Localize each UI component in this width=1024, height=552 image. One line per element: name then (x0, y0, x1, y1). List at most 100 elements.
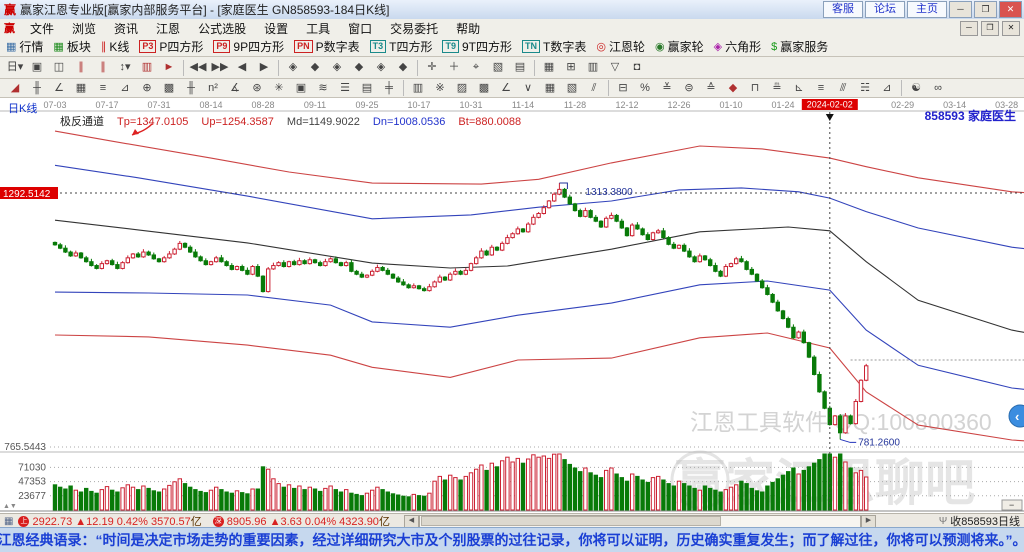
percent-icon[interactable]: % (634, 79, 656, 98)
menu-item-8[interactable]: 交易委托 (381, 20, 447, 37)
trap-icon[interactable]: ⊓ (744, 79, 766, 98)
pencil-tool-icon[interactable]: ◢ (4, 79, 26, 98)
gold-circle-icon[interactable]: ⊜ (678, 79, 700, 98)
grid-lines-icon[interactable]: ╫ (26, 79, 48, 98)
block-icon[interactable]: ▩ (473, 79, 495, 98)
angle-icon[interactable]: ⊿ (114, 79, 136, 98)
menu-item-5[interactable]: 设置 (255, 20, 297, 37)
fib-lines-icon[interactable]: ≡ (92, 79, 114, 98)
chart-scrollbar[interactable]: ◀ ▶ (404, 515, 876, 528)
infinity-icon[interactable]: ∞ (927, 79, 949, 98)
scroll-left-button[interactable]: ◀ (404, 515, 419, 528)
stats-icon[interactable]: ▧ (487, 58, 509, 77)
minimize-button[interactable]: ─ (949, 1, 972, 18)
gann-diamond3-icon[interactable]: ◈ (326, 58, 348, 77)
menu-item-7[interactable]: 窗口 (339, 20, 381, 37)
child-close-button[interactable]: ✕ (1002, 21, 1020, 36)
gann-diamond6-icon[interactable]: ◆ (392, 58, 414, 77)
child-restore-button[interactable]: ❐ (981, 21, 999, 36)
shear-icon[interactable]: ⊿ (876, 79, 898, 98)
last-bar-icon[interactable]: ▶▶ (209, 58, 231, 77)
scrollbar-track[interactable] (419, 515, 861, 528)
toolbar-item-9P四方形[interactable]: P99P四方形 (213, 38, 284, 55)
box-tool-icon[interactable]: ▣ (290, 79, 312, 98)
titlebar-button-0[interactable]: 客服 (823, 1, 863, 18)
kline-style-icon[interactable]: ∥ (70, 58, 92, 77)
menu-item-6[interactable]: 工具 (297, 20, 339, 37)
ruler-icon[interactable]: ⌖ (465, 58, 487, 77)
toolbar-item-赢家轮[interactable]: ◉赢家轮 (655, 38, 704, 55)
gann-diamond4-icon[interactable]: ◆ (348, 58, 370, 77)
menu-item-3[interactable]: 江恩 (147, 20, 189, 37)
toolbar-item-T数字表[interactable]: TNT数字表 (522, 38, 586, 55)
grid3-icon[interactable]: ▧ (561, 79, 583, 98)
child-minimize-button[interactable]: ─ (960, 21, 978, 36)
notes-icon[interactable]: ▥ (582, 58, 604, 77)
export-icon[interactable]: ◘ (626, 58, 648, 77)
menu-item-1[interactable]: 浏览 (63, 20, 105, 37)
ladder-icon[interactable]: ☵ (854, 79, 876, 98)
wave-icon[interactable]: ≋ (312, 79, 334, 98)
fan2-icon[interactable]: ∠ (495, 79, 517, 98)
kline-chart-svg[interactable]: 07-0307-1707-3108-1408-2809-1109-2510-17… (0, 98, 1024, 513)
ink-icon[interactable]: ◆ (722, 79, 744, 98)
first-bar-icon[interactable]: ◀◀ (187, 58, 209, 77)
hatch-icon[interactable]: ▩ (158, 79, 180, 98)
menu-item-2[interactable]: 资讯 (105, 20, 147, 37)
star-tool-icon[interactable]: ✳ (268, 79, 290, 98)
square-n-icon[interactable]: n² (202, 79, 224, 98)
toolbar-item-赢家服务[interactable]: $赢家服务 (771, 38, 828, 55)
steps-icon[interactable]: ≡ (810, 79, 832, 98)
kline-style2-icon[interactable]: ∥ (92, 58, 114, 77)
quote-grid-icon[interactable]: ▦ (4, 516, 13, 527)
rays-icon[interactable]: ※ (429, 79, 451, 98)
menu-item-0[interactable]: 文件 (21, 20, 63, 37)
titlebar-button-1[interactable]: 论坛 (865, 1, 905, 18)
circle-tool-icon[interactable]: ⊕ (136, 79, 158, 98)
pct-line-icon[interactable]: ≚ (656, 79, 678, 98)
axis-zoom-control[interactable]: ▲▼ (3, 503, 17, 510)
channel-icon[interactable]: ▥ (407, 79, 429, 98)
panel-expand-arrow-icon[interactable]: ‹ (1015, 409, 1019, 424)
gold-box-icon[interactable]: ≞ (766, 79, 788, 98)
comb-icon[interactable]: ╫ (180, 79, 202, 98)
wheel-tool-icon[interactable]: ⊛ (246, 79, 268, 98)
pole-icon[interactable]: ╪ (378, 79, 400, 98)
gann-diamond2-icon[interactable]: ◆ (304, 58, 326, 77)
ratio-icon[interactable]: ⊟ (612, 79, 634, 98)
maximize-button[interactable]: ❐ (974, 1, 997, 18)
scroll-right-button[interactable]: ▶ (861, 515, 876, 528)
cross-tool-icon[interactable]: ＋ (443, 58, 465, 77)
scale-icon[interactable]: ↕▾ (114, 58, 136, 77)
slats-icon[interactable]: ⫽ (583, 79, 605, 98)
gann-fan-icon[interactable]: ∠ (48, 79, 70, 98)
prev-bar-icon[interactable]: ◀ (231, 58, 253, 77)
gann-grid-icon[interactable]: ▦ (70, 79, 92, 98)
save-icon[interactable]: ▽ (604, 58, 626, 77)
toolbar-item-P四方形[interactable]: P3P四方形 (139, 38, 203, 55)
slope-icon[interactable]: ⫻ (832, 79, 854, 98)
calculator-icon[interactable]: ⊞ (560, 58, 582, 77)
menu-item-4[interactable]: 公式选股 (189, 20, 255, 37)
toolbar-item-板块[interactable]: ▦板块 (53, 38, 90, 55)
toolbar-item-P数字表[interactable]: PNP数字表 (294, 38, 360, 55)
protractor-icon[interactable]: ∡ (224, 79, 246, 98)
close-button[interactable]: ✕ (999, 1, 1022, 18)
window-icon[interactable]: ▣ (26, 58, 48, 77)
kline-box-icon[interactable]: ▥ (136, 58, 158, 77)
period-day-icon[interactable]: 日▾ (4, 58, 26, 77)
report-icon[interactable]: ▤ (509, 58, 531, 77)
panel-icon[interactable]: ◫ (48, 58, 70, 77)
toolbar-item-江恩轮[interactable]: ◎江恩轮 (596, 38, 645, 55)
flag-icon[interactable]: ► (158, 58, 180, 77)
gold-line-icon[interactable]: ≙ (700, 79, 722, 98)
gann-diamond5-icon[interactable]: ◈ (370, 58, 392, 77)
toolbar-item-六角形[interactable]: ◈六角形 (714, 38, 761, 55)
angle2-icon[interactable]: ⊾ (788, 79, 810, 98)
menu-item-9[interactable]: 帮助 (447, 20, 489, 37)
gann-diamond1-icon[interactable]: ◈ (282, 58, 304, 77)
chart-area[interactable]: 07-0307-1707-3108-1408-2809-1109-2510-17… (0, 98, 1024, 513)
toolbar-item-K线[interactable]: ∥K线 (101, 38, 130, 55)
spike-icon[interactable]: ☰ (334, 79, 356, 98)
toolbar-item-T四方形[interactable]: T3T四方形 (370, 38, 433, 55)
